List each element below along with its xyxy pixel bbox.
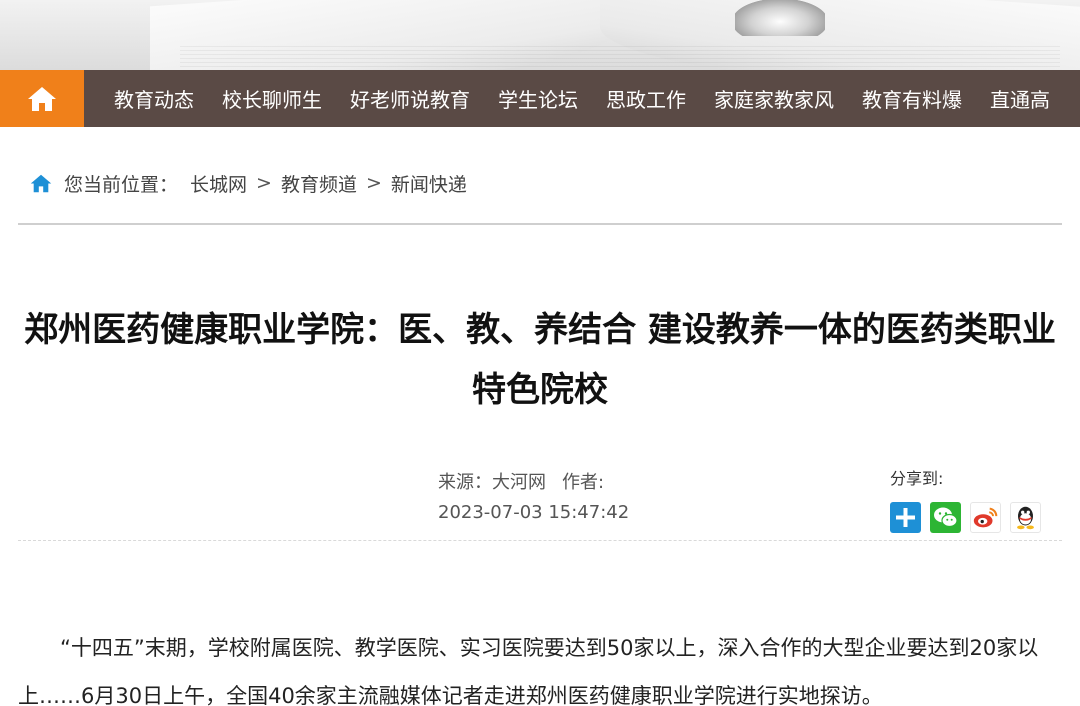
nav-item-education-news[interactable]: 教育动态 — [114, 84, 194, 113]
article-paragraph: “十四五”末期，学校附属医院、教学医院、实习医院要达到50家以上，深入合作的大型… — [18, 636, 1039, 706]
share-label: 分享到: — [890, 469, 944, 488]
plus-share-icon[interactable] — [890, 502, 921, 533]
article-meta: 来源：大河网 作者: 2023-07-03 15:47:42 — [438, 468, 629, 528]
qq-icon[interactable] — [1010, 502, 1041, 533]
article-author: 作者: — [562, 472, 605, 493]
breadcrumb-prefix: 您当前位置： — [64, 173, 179, 196]
breadcrumb: 您当前位置： 长城网 > 教育频道 > 新闻快递 — [30, 168, 467, 198]
main-nav: 教育动态 校长聊师生 好老师说教育 学生论坛 思政工作 家庭家教家风 教育有料爆… — [0, 70, 1080, 127]
breadcrumb-separator: > — [256, 172, 272, 194]
article-title: 郑州医药健康职业学院：医、教、养结合 建设教养一体的医药类职业特色院校 — [24, 310, 1056, 410]
header-banner-image — [0, 0, 1080, 70]
section-divider — [18, 223, 1062, 225]
breadcrumb-link-news-express[interactable]: 新闻快递 — [391, 170, 467, 197]
breadcrumb-separator: > — [365, 172, 382, 194]
nav-item-education-scoops[interactable]: 教育有料爆 — [862, 84, 962, 113]
nav-item-good-teacher[interactable]: 好老师说教育 — [350, 84, 470, 113]
nav-item-ideology-work[interactable]: 思政工作 — [606, 84, 686, 113]
nav-item-family-education[interactable]: 家庭家教家风 — [714, 84, 834, 113]
nav-item-student-forum[interactable]: 学生论坛 — [498, 84, 578, 113]
article-source: 来源：大河网 — [438, 472, 546, 493]
nav-home-button[interactable] — [0, 70, 84, 127]
home-icon — [28, 86, 56, 111]
breadcrumb-link-education-channel[interactable]: 教育频道 — [281, 170, 357, 197]
share-panel: 分享到: — [890, 468, 1060, 533]
home-icon — [30, 174, 52, 192]
meta-divider — [18, 540, 1062, 541]
breadcrumb-link-changcheng[interactable]: 长城网 — [190, 170, 247, 197]
wechat-icon[interactable] — [930, 502, 961, 533]
nav-item-principal-talk[interactable]: 校长聊师生 — [222, 84, 322, 113]
nav-item-direct[interactable]: 直通高 — [990, 84, 1050, 113]
article-datetime: 2023-07-03 15:47:42 — [438, 502, 630, 523]
weibo-icon[interactable] — [970, 502, 1001, 533]
